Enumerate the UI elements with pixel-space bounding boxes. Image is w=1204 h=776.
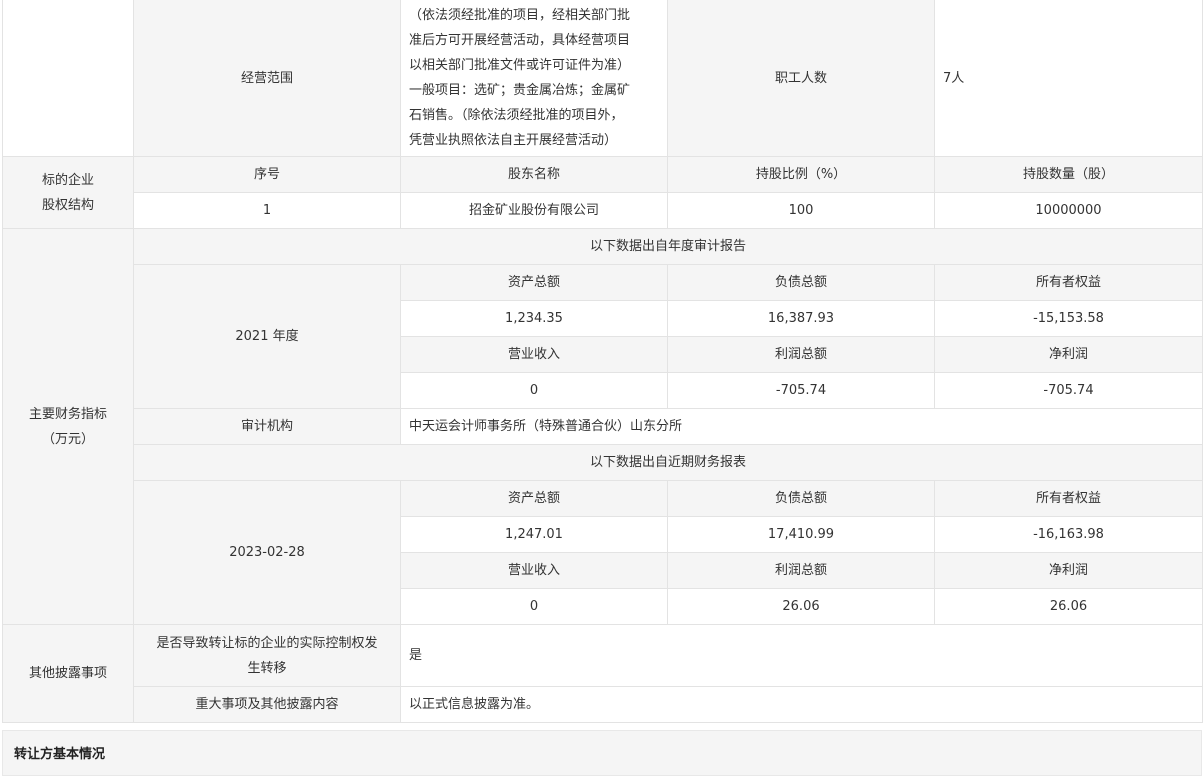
recent-period: 2023-02-28: [133, 480, 401, 625]
annual-period: 2021 年度: [133, 264, 401, 409]
recent-net-profit: 26.06: [934, 588, 1203, 625]
business-scope-value: （依法须经批准的项目，经相关部门批 准后方可开展经营活动，具体经营项目 以相关部…: [400, 0, 668, 157]
control-change-label: 是否导致转让标的企业的实际控制权发 生转移: [133, 624, 401, 687]
audit-row: 审计机构 中天运会计师事务所（特殊普通合伙）山东分所: [3, 408, 1203, 445]
equity-holder: 招金矿业股份有限公司: [400, 192, 668, 229]
annual-source-note: 以下数据出自年度审计报告: [133, 228, 1203, 265]
equity-seq: 1: [133, 192, 401, 229]
recent-revenue-label: 营业收入: [400, 552, 668, 589]
audit-firm-value: 中天运会计师事务所（特殊普通合伙）山东分所: [400, 408, 1203, 445]
annual-net-profit-label: 净利润: [934, 336, 1203, 373]
recent-total-assets-label: 资产总额: [400, 480, 668, 517]
equity-header-row: 标的企业 股权结构 序号 股东名称 持股比例（%） 持股数量（股）: [2, 156, 1203, 229]
recent-total-assets: 1,247.01: [400, 516, 668, 553]
annual-net-profit: -705.74: [934, 372, 1203, 409]
annual-total-assets: 1,234.35: [400, 300, 668, 337]
annual-total-profit-label: 利润总额: [667, 336, 935, 373]
finance-indicators-label: 主要财务指标 （万元）: [2, 228, 134, 625]
equity-col-shares: 持股数量（股）: [934, 156, 1203, 193]
business-scope-label: 经营范围: [133, 0, 401, 157]
recent-source-note: 以下数据出自近期财务报表: [133, 444, 1203, 481]
annual-revenue: 0: [400, 372, 668, 409]
annual-total-assets-label: 资产总额: [400, 264, 668, 301]
annual-owner-equity-label: 所有者权益: [934, 264, 1203, 301]
recent-total-profit-label: 利润总额: [667, 552, 935, 589]
transferor-section-title: 转让方基本情况: [14, 747, 106, 762]
major-matters-row: 重大事项及其他披露内容 以正式信息披露为准。: [3, 686, 1203, 723]
transferor-section-header: 转让方基本情况: [2, 730, 1202, 776]
equity-structure-label: 标的企业 股权结构: [2, 156, 134, 229]
recent-total-profit: 26.06: [667, 588, 935, 625]
annual-revenue-label: 营业收入: [400, 336, 668, 373]
control-change-value: 是: [400, 624, 1203, 687]
annual-total-profit: -705.74: [667, 372, 935, 409]
scope-line: 一般项目：选矿；贵金属冶炼；金属矿: [409, 83, 631, 98]
annual-owner-equity: -15,153.58: [934, 300, 1203, 337]
scope-line: 以相关部门批准文件或许可证件为准）: [409, 58, 631, 73]
recent-header1-row: 2023-02-28 资产总额 负债总额 所有者权益: [3, 480, 1203, 625]
recent-source-row: 以下数据出自近期财务报表: [3, 444, 1203, 481]
major-matters-label: 重大事项及其他披露内容: [133, 686, 401, 723]
control-change-row: 其他披露事项 是否导致转让标的企业的实际控制权发 生转移 是: [2, 624, 1203, 723]
business-scope-row: 经营范围 （依法须经批准的项目，经相关部门批 准后方可开展经营活动，具体经营项目…: [2, 0, 1203, 157]
scope-line: 凭营业执照依法自主开展经营活动）: [409, 133, 618, 148]
annual-source-row: 主要财务指标 （万元） 以下数据出自年度审计报告: [2, 228, 1203, 625]
equity-shares: 10000000: [934, 192, 1203, 229]
equity-col-ratio: 持股比例（%）: [667, 156, 935, 193]
equity-ratio: 100: [667, 192, 935, 229]
table-row: 1 招金矿业股份有限公司 100 10000000: [3, 192, 1203, 229]
recent-total-liabilities: 17,410.99: [667, 516, 935, 553]
transfer-info-table: 经营范围 （依法须经批准的项目，经相关部门批 准后方可开展经营活动，具体经营项目…: [2, 0, 1203, 723]
employees-value: 7人: [934, 0, 1203, 157]
recent-revenue: 0: [400, 588, 668, 625]
other-disclosure-label: 其他披露事项: [2, 624, 134, 723]
audit-firm-label: 审计机构: [133, 408, 401, 445]
employees-label: 职工人数: [667, 0, 935, 157]
recent-owner-equity: -16,163.98: [934, 516, 1203, 553]
recent-owner-equity-label: 所有者权益: [934, 480, 1203, 517]
scope-line: 石销售。（除依法须经批准的项目外，: [409, 108, 624, 123]
annual-total-liabilities-label: 负债总额: [667, 264, 935, 301]
scope-line: 准后方可开展经营活动，具体经营项目: [409, 33, 631, 48]
equity-col-holder: 股东名称: [400, 156, 668, 193]
recent-net-profit-label: 净利润: [934, 552, 1203, 589]
annual-total-liabilities: 16,387.93: [667, 300, 935, 337]
scope-line: （依法须经批准的项目，经相关部门批: [409, 8, 631, 23]
major-matters-value: 以正式信息披露为准。: [400, 686, 1203, 723]
scope-spacer: [2, 0, 134, 157]
equity-col-seq: 序号: [133, 156, 401, 193]
recent-total-liabilities-label: 负债总额: [667, 480, 935, 517]
annual-header1-row: 2021 年度 资产总额 负债总额 所有者权益: [3, 264, 1203, 409]
